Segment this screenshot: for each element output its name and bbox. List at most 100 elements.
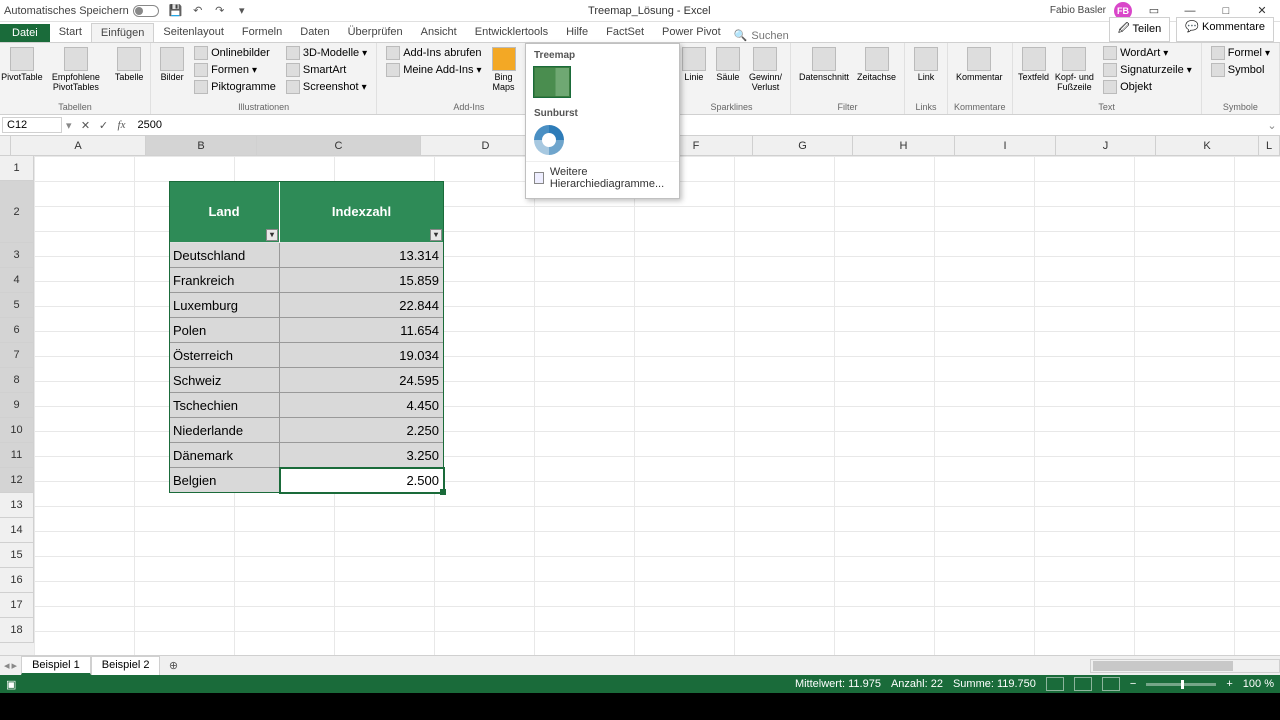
tab-formeln[interactable]: Formeln <box>233 23 291 42</box>
file-tab[interactable]: Datei <box>0 24 50 42</box>
treemap-option[interactable] <box>534 67 570 97</box>
record-macro-icon[interactable]: ▣ <box>6 678 16 691</box>
pagelayout-view-icon[interactable] <box>1074 677 1092 691</box>
sheet-nav-next-icon[interactable]: ▸ <box>12 659 18 672</box>
table-cell[interactable]: 22.844 <box>280 293 444 318</box>
selection-handle[interactable] <box>440 489 446 495</box>
row-header-9[interactable]: 9 <box>0 393 34 418</box>
table-cell[interactable]: Österreich <box>169 343 280 368</box>
formula-input[interactable] <box>134 118 1264 132</box>
fx-icon[interactable]: fx <box>114 117 130 133</box>
add-sheet-button[interactable]: ⊕ <box>164 657 182 675</box>
slicer-button[interactable]: Datenschnitt <box>797 45 851 85</box>
qat-drop-icon[interactable]: ▾ <box>235 4 249 18</box>
sparkline-line-button[interactable]: Linie <box>679 45 709 85</box>
sparkline-column-button[interactable]: Säule <box>713 45 743 85</box>
filter-button-land[interactable]: ▾ <box>266 229 278 241</box>
tab-factset[interactable]: FactSet <box>597 23 653 42</box>
redo-icon[interactable]: ↷ <box>213 4 227 18</box>
table-cell[interactable]: 4.450 <box>280 393 444 418</box>
sheet-tab[interactable]: Beispiel 1 <box>21 656 91 675</box>
row-header-17[interactable]: 17 <box>0 593 34 618</box>
timeline-button[interactable]: Zeitachse <box>855 45 898 85</box>
row-header-11[interactable]: 11 <box>0 443 34 468</box>
save-icon[interactable]: 💾 <box>169 4 183 18</box>
undo-icon[interactable]: ↶ <box>191 4 205 18</box>
symbol-button[interactable]: Symbol <box>1208 62 1273 78</box>
table-cell[interactable]: 24.595 <box>280 368 444 393</box>
cancel-formula-icon[interactable]: ✕ <box>78 117 94 133</box>
table-cell[interactable]: 19.034 <box>280 343 444 368</box>
col-header-G[interactable]: G <box>753 136 853 156</box>
sheet-tab[interactable]: Beispiel 2 <box>91 656 161 675</box>
col-header-K[interactable]: K <box>1156 136 1259 156</box>
online-pics-button[interactable]: Onlinebilder <box>191 45 279 61</box>
comments-button[interactable]: 💬 Kommentare <box>1176 17 1274 42</box>
enter-formula-icon[interactable]: ✓ <box>96 117 112 133</box>
table-cell[interactable]: 11.654 <box>280 318 444 343</box>
namebox-drop-icon[interactable]: ▾ <box>64 119 74 132</box>
zoom-level[interactable]: 100 % <box>1243 678 1274 690</box>
table-cell[interactable]: Dänemark <box>169 443 280 468</box>
row-header-10[interactable]: 10 <box>0 418 34 443</box>
tab-start[interactable]: Start <box>50 23 91 42</box>
table-cell[interactable]: Luxemburg <box>169 293 280 318</box>
formulabar-expand-icon[interactable]: ⌄ <box>1264 119 1280 132</box>
table-cell[interactable]: Frankreich <box>169 268 280 293</box>
sunburst-option[interactable] <box>534 125 564 155</box>
pictures-button[interactable]: Bilder <box>157 45 187 85</box>
object-button[interactable]: Objekt <box>1100 79 1195 95</box>
table-cell[interactable]: Tschechien <box>169 393 280 418</box>
col-header-J[interactable]: J <box>1056 136 1156 156</box>
tab-hilfe[interactable]: Hilfe <box>557 23 597 42</box>
row-header-8[interactable]: 8 <box>0 368 34 393</box>
table-cell[interactable]: 2.500 <box>280 468 444 493</box>
select-all-corner[interactable] <box>0 136 11 156</box>
table-cell[interactable]: Deutschland <box>169 243 280 268</box>
headerfooter-button[interactable]: Kopf- und Fußzeile <box>1053 45 1097 95</box>
my-addins-button[interactable]: Meine Add-Ins▾ <box>383 62 484 78</box>
table-cell[interactable]: 3.250 <box>280 443 444 468</box>
table-cell[interactable]: 13.314 <box>280 243 444 268</box>
col-header-B[interactable]: B <box>146 136 257 156</box>
row-header-2[interactable]: 2 <box>0 181 34 243</box>
table-cell[interactable]: 2.250 <box>280 418 444 443</box>
more-hierarchy-charts[interactable]: Weitere Hierarchiediagramme... <box>526 161 679 194</box>
table-cell[interactable]: Niederlande <box>169 418 280 443</box>
sheet-nav-prev-icon[interactable]: ◂ <box>4 659 10 672</box>
row-header-14[interactable]: 14 <box>0 518 34 543</box>
shapes-button[interactable]: Formen▾ <box>191 62 279 78</box>
icons-button[interactable]: Piktogramme <box>191 79 279 95</box>
tab-power pivot[interactable]: Power Pivot <box>653 23 730 42</box>
filter-button-indexzahl[interactable]: ▾ <box>430 229 442 241</box>
row-header-6[interactable]: 6 <box>0 318 34 343</box>
search-input[interactable] <box>751 30 811 42</box>
share-button[interactable]: 🖉 Teilen <box>1109 17 1170 42</box>
row-header-12[interactable]: 12 <box>0 468 34 493</box>
zoom-in-icon[interactable]: + <box>1226 678 1232 690</box>
col-header-C[interactable]: C <box>257 136 421 156</box>
name-box[interactable] <box>2 117 62 133</box>
row-header-1[interactable]: 1 <box>0 156 34 181</box>
get-addins-button[interactable]: Add-Ins abrufen <box>383 45 484 61</box>
horizontal-scrollbar[interactable] <box>1090 659 1280 673</box>
pivot-button[interactable]: PivotTable <box>6 45 38 85</box>
col-header-H[interactable]: H <box>853 136 955 156</box>
zoom-slider[interactable] <box>1146 683 1216 686</box>
recommended-pivot-button[interactable]: Empfohlene PivotTables <box>42 45 110 95</box>
col-header-I[interactable]: I <box>955 136 1056 156</box>
tab-einfügen[interactable]: Einfügen <box>91 23 154 42</box>
col-header-A[interactable]: A <box>11 136 146 156</box>
row-header-3[interactable]: 3 <box>0 243 34 268</box>
screenshot-button[interactable]: Screenshot▾ <box>283 79 370 95</box>
sigline-button[interactable]: Signaturzeile▾ <box>1100 62 1195 78</box>
textbox-button[interactable]: Textfeld <box>1019 45 1049 85</box>
table-cell[interactable]: 15.859 <box>280 268 444 293</box>
sparkline-winloss-button[interactable]: Gewinn/ Verlust <box>747 45 784 95</box>
row-header-4[interactable]: 4 <box>0 268 34 293</box>
tab-daten[interactable]: Daten <box>291 23 338 42</box>
table-button[interactable]: Tabelle <box>114 45 144 85</box>
3dmodel-button[interactable]: 3D-Modelle▾ <box>283 45 370 61</box>
comment-button[interactable]: Kommentar <box>954 45 1005 85</box>
row-header-18[interactable]: 18 <box>0 618 34 643</box>
